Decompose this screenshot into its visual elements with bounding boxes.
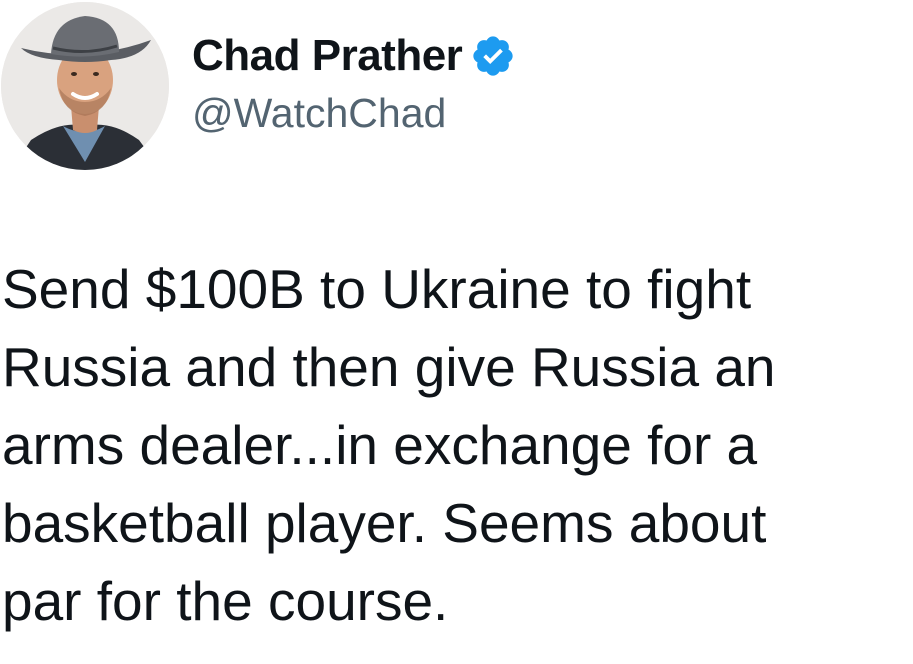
tweet-text-line: Send $100B to Ukraine to fight	[2, 258, 752, 320]
verified-badge-icon	[470, 33, 516, 79]
tweet-card: Chad Prather @WatchChad Send $100B to Uk…	[0, 0, 913, 664]
avatar-photo	[1, 2, 169, 170]
tweet-text-line: arms dealer...in exchange for a	[2, 414, 758, 476]
tweet-text: Send $100B to Ukraine to fight Russia an…	[2, 250, 907, 640]
tweet-text-line: basketball player. Seems about	[2, 492, 767, 554]
author-name-row: Chad Prather	[192, 28, 516, 84]
tweet-text-line: par for the course.	[2, 570, 449, 632]
author-handle[interactable]: @WatchChad	[192, 90, 446, 137]
tweet-text-line: Russia and then give Russia an	[2, 336, 776, 398]
author-display-name[interactable]: Chad Prather	[192, 31, 463, 81]
avatar[interactable]	[1, 2, 169, 170]
